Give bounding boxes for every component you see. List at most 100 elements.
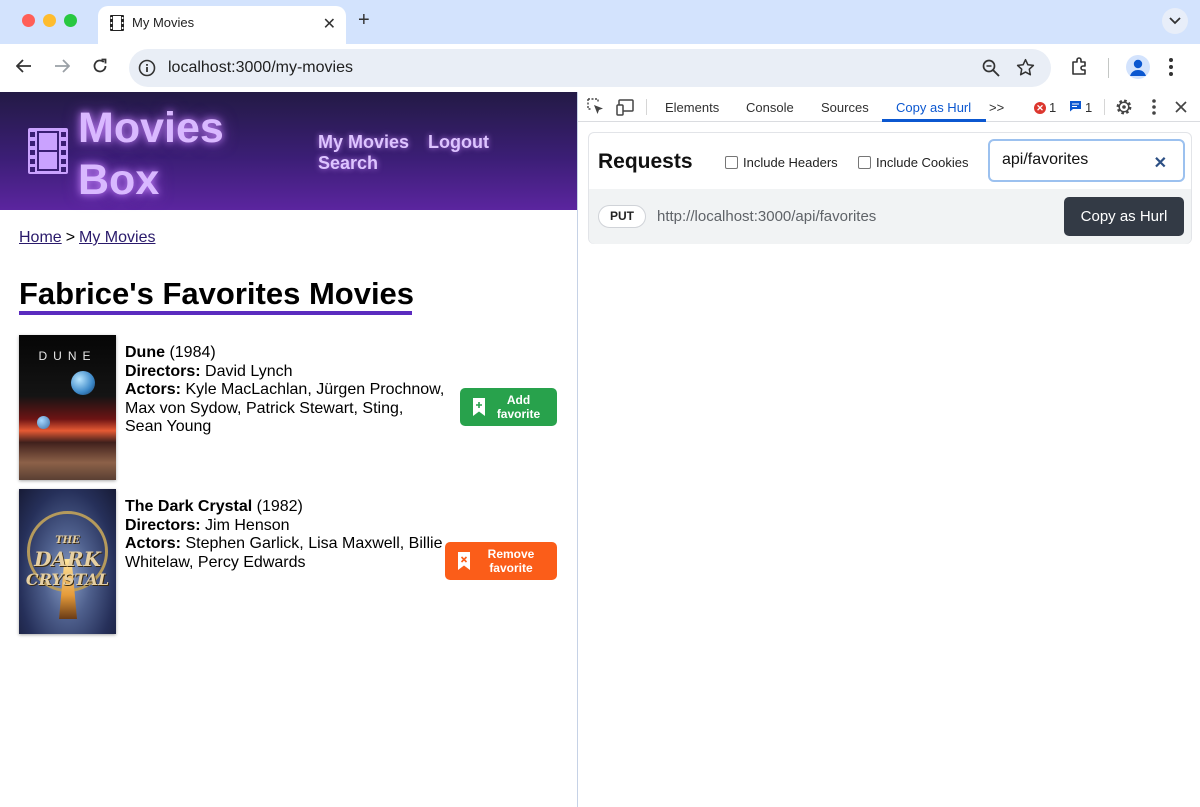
title-underline xyxy=(19,311,412,315)
window-close-button[interactable] xyxy=(22,14,35,27)
window-zoom-button[interactable] xyxy=(64,14,77,27)
movie-directors: Jim Henson xyxy=(205,516,290,534)
site-info-icon[interactable] xyxy=(138,59,156,82)
poster-title-text: THE DARK CRYSTAL xyxy=(25,535,110,589)
request-row[interactable]: PUT http://localhost:3000/api/favorites … xyxy=(589,189,1191,244)
message-icon xyxy=(1069,100,1082,115)
add-favorite-button[interactable]: Add favorite xyxy=(460,388,557,426)
window-minimize-button[interactable] xyxy=(43,14,56,27)
error-count-badge[interactable]: ✕ 1 xyxy=(1034,100,1056,115)
bookmark-star-icon[interactable] xyxy=(1016,58,1035,82)
tab-title: My Movies xyxy=(132,15,195,30)
movie-title: The Dark Crystal xyxy=(125,498,253,515)
devtools-divider xyxy=(1104,99,1105,115)
toolbar-divider xyxy=(1108,58,1109,78)
browser-toolbar: localhost:3000/my-movies xyxy=(0,44,1200,92)
nav-link-logout[interactable]: Logout xyxy=(428,132,489,153)
zoom-icon[interactable] xyxy=(982,59,1000,82)
button-label: Add favorite xyxy=(486,393,557,421)
more-tabs-button[interactable]: >> xyxy=(989,100,1004,115)
logo-line-1: Movies xyxy=(78,104,224,152)
nav-link-my-movies[interactable]: My Movies xyxy=(318,132,409,153)
planet-graphic xyxy=(71,371,95,395)
forward-button[interactable] xyxy=(51,57,73,79)
clear-filter-icon[interactable]: ✕ xyxy=(1154,153,1167,173)
copy-as-hurl-button[interactable]: Copy as Hurl xyxy=(1064,197,1184,236)
button-label-line-1: Remove xyxy=(487,547,535,561)
back-button[interactable] xyxy=(13,57,35,79)
movie-item: THE DARK CRYSTAL The Dark Crystal (1982) D… xyxy=(19,489,559,635)
devtools-toolbar: Elements Console Sources Copy as Hurl >>… xyxy=(578,92,1200,122)
requests-title: Requests xyxy=(598,150,693,173)
devtools-tab-elements[interactable]: Elements xyxy=(665,100,719,115)
film-icon xyxy=(110,15,124,36)
extensions-icon[interactable] xyxy=(1070,56,1090,81)
person-icon xyxy=(1126,59,1150,79)
inspect-element-icon[interactable] xyxy=(587,98,605,121)
breadcrumb-home-link[interactable]: Home xyxy=(19,229,62,246)
include-headers-checkbox[interactable]: Include Headers xyxy=(725,155,838,170)
web-page: Movies Box My Movies Logout Search Home >… xyxy=(0,92,577,807)
button-label-line-1: Add xyxy=(506,393,531,407)
movie-details: Dune (1984) Directors: David Lynch Actor… xyxy=(125,344,445,437)
message-count: 1 xyxy=(1085,100,1093,115)
more-vert-icon[interactable] xyxy=(1168,57,1174,82)
message-count-badge[interactable]: 1 xyxy=(1069,100,1092,115)
nav-link-search[interactable]: Search xyxy=(318,153,378,174)
page-title: Fabrice's Favorites Movies xyxy=(19,276,415,311)
request-filter-field[interactable]: ✕ xyxy=(988,139,1185,182)
button-label-line-2: favorite xyxy=(496,407,541,421)
address-bar[interactable]: localhost:3000/my-movies xyxy=(129,49,1051,87)
reload-icon xyxy=(92,58,108,79)
profile-avatar[interactable] xyxy=(1126,55,1150,79)
movie-directors: David Lynch xyxy=(205,362,293,380)
logo-line-2: Box xyxy=(78,156,160,204)
poster-title-text: DUNE xyxy=(38,349,97,363)
devtools-panel: Elements Console Sources Copy as Hurl >>… xyxy=(577,92,1200,807)
settings-gear-icon[interactable] xyxy=(1115,98,1133,121)
directors-label: Directors: xyxy=(125,516,201,534)
close-devtools-icon[interactable] xyxy=(1174,100,1188,119)
devtools-divider xyxy=(646,99,647,115)
breadcrumb-separator: > xyxy=(65,229,76,246)
devtools-tab-sources[interactable]: Sources xyxy=(821,100,869,115)
actors-label: Actors: xyxy=(125,535,182,552)
error-icon: ✕ xyxy=(1034,101,1046,114)
reload-button[interactable] xyxy=(89,57,111,79)
breadcrumb-current-link[interactable]: My Movies xyxy=(79,229,155,246)
movie-poster: THE DARK CRYSTAL xyxy=(19,489,116,634)
include-cookies-checkbox[interactable]: Include Cookies xyxy=(858,155,969,170)
chevron-down-icon xyxy=(1169,12,1181,30)
new-tab-button[interactable]: + xyxy=(358,9,370,32)
hurl-requests-panel: Requests Include Headers Include Cookies… xyxy=(588,132,1192,244)
browser-tab-strip: My Movies ✕ + xyxy=(0,0,1200,44)
film-reel-icon xyxy=(28,128,68,179)
checkbox-box[interactable] xyxy=(858,156,871,169)
address-url[interactable]: localhost:3000/my-movies xyxy=(168,59,353,77)
button-label: Remove favorite xyxy=(471,547,557,575)
devtools-tab-copy-as-hurl[interactable]: Copy as Hurl xyxy=(896,100,971,115)
tab-search-button[interactable] xyxy=(1162,8,1188,34)
planet-graphic xyxy=(37,416,50,429)
movie-details: The Dark Crystal (1982) Directors: Jim H… xyxy=(125,498,445,572)
movie-year: (1982) xyxy=(256,498,303,515)
remove-favorite-button[interactable]: Remove favorite xyxy=(445,542,557,580)
request-filter-input[interactable] xyxy=(1002,151,1152,169)
bookmark-add-icon xyxy=(472,398,486,416)
more-vert-icon[interactable] xyxy=(1151,98,1157,121)
bookmark-remove-icon xyxy=(457,552,471,570)
movie-poster: DUNE xyxy=(19,335,116,480)
movie-title: Dune xyxy=(125,344,165,361)
devtools-tab-console[interactable]: Console xyxy=(746,100,794,115)
site-header: Movies Box My Movies Logout Search xyxy=(0,92,577,210)
button-label-line-2: favorite xyxy=(489,561,533,575)
site-logo[interactable]: Movies Box xyxy=(78,102,224,206)
movie-item: DUNE Dune (1984) Directors: David Lynch … xyxy=(19,335,559,481)
arrow-right-icon xyxy=(54,58,71,79)
directors-label: Directors: xyxy=(125,362,201,380)
tab-close-icon[interactable]: ✕ xyxy=(323,14,336,34)
include-cookies-label: Include Cookies xyxy=(876,155,969,170)
browser-tab[interactable]: My Movies ✕ xyxy=(98,6,346,44)
device-toolbar-icon[interactable] xyxy=(616,98,636,121)
checkbox-box[interactable] xyxy=(725,156,738,169)
